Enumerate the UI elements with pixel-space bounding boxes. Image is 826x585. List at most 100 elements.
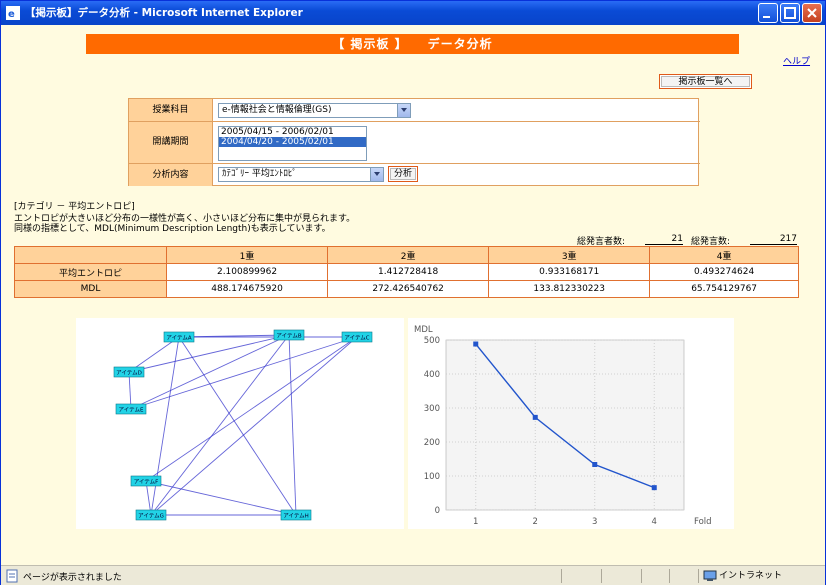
mdl-line-chart: 0 100 200 300 400 500 1 2 3 4 MDL Fold: [408, 318, 734, 529]
svg-text:e: e: [8, 9, 15, 20]
graph-node-label: アイテムF: [134, 479, 159, 486]
row-label: MDL: [14, 280, 167, 298]
graph-edge: [130, 334, 290, 410]
graph-edge: [288, 334, 299, 516]
table-cell: 488.174675920: [165, 280, 329, 298]
x-tick-label: 3: [592, 517, 597, 527]
course-select[interactable]: e-情報社会と情報倫理(GS): [218, 103, 411, 118]
y-tick-label: 300: [424, 404, 440, 414]
course-select-value: e-情報社会と情報倫理(GS): [222, 105, 332, 115]
status-divider: [601, 569, 602, 583]
form-divider: [129, 121, 700, 122]
page-icon: [6, 569, 18, 583]
chevron-down-icon: [370, 168, 383, 181]
status-divider: [641, 569, 642, 583]
table-header-cell: [14, 246, 167, 264]
period-label: 開講期間: [129, 122, 213, 163]
security-zone: イントラネット: [698, 569, 823, 583]
title-bar: e 【掲示板】データ分析 - Microsoft Internet Explor…: [1, 1, 825, 25]
plot-area: [445, 339, 685, 511]
minimize-icon: [763, 16, 770, 18]
chevron-down-icon: [397, 104, 410, 117]
row-label: 平均エントロピ: [14, 263, 167, 281]
graph-edge: [178, 336, 297, 516]
y-tick-label: 200: [424, 438, 440, 448]
table-cell: 65.754129767: [649, 280, 799, 298]
maximize-button[interactable]: [780, 3, 800, 23]
analyze-button-label: 分析: [390, 168, 416, 180]
page-content: 【 掲示板 】 データ分析 ヘルプ 掲示板一覧へ 授業科目 開講期間 分析内容 …: [5, 25, 821, 565]
analysis-form: 授業科目 開講期間 分析内容 e-情報社会と情報倫理(GS) 2005/04/1…: [128, 98, 700, 186]
course-label: 授業科目: [129, 99, 213, 121]
table-header-cell: 1重: [165, 246, 329, 264]
form-divider: [129, 163, 700, 164]
status-divider: [669, 569, 670, 583]
help-link[interactable]: ヘルプ: [783, 54, 810, 67]
maximize-icon: [784, 7, 796, 19]
y-tick-label: 0: [435, 506, 440, 516]
page-banner: 【 掲示板 】 データ分析: [86, 34, 739, 54]
graph-node-label: アイテムG: [138, 513, 164, 520]
security-zone-label: イントラネット: [719, 571, 783, 581]
close-button[interactable]: [802, 3, 822, 23]
table-header-cell: 3重: [488, 246, 651, 264]
table-cell: 133.812330223: [488, 280, 651, 298]
y-axis-label: MDL: [414, 325, 433, 335]
network-graph-svg: アイテムA アイテムB アイテムC アイテムD アイテムE アイテムF アイテムG アイテムH: [113, 329, 373, 521]
x-tick-label: 4: [652, 517, 657, 527]
close-icon: [807, 8, 817, 18]
table-cell: 272.426540762: [327, 280, 490, 298]
posts-value: 217: [750, 234, 797, 245]
graph-node-label: アイテムB: [276, 333, 301, 340]
status-bar: ページが表示されました イントラネット: [1, 565, 825, 585]
table-row: 平均エントロピ 2.100899962 1.412728418 0.933168…: [14, 263, 799, 281]
analysis-select[interactable]: ｶﾃｺﾞﾘｰ 平均ｴﾝﾄﾛﾋﾟ: [218, 167, 384, 182]
graph-edge: [150, 336, 358, 516]
status-divider: [561, 569, 562, 583]
back-to-board-list-button[interactable]: 掲示板一覧へ: [659, 74, 752, 89]
results-table: 1重 2重 3重 4重 平均エントロピ 2.100899962 1.412728…: [14, 246, 799, 298]
period-listbox[interactable]: 2005/04/15 - 2006/02/01 2004/04/20 - 200…: [218, 126, 367, 161]
table-cell: 0.933168171: [488, 263, 651, 281]
mdl-chart-svg: 0 100 200 300 400 500 1 2 3 4 MDL Fold: [414, 325, 712, 527]
category-network-graph: アイテムA アイテムB アイテムC アイテムD アイテムE アイテムF アイテムG アイテムH: [76, 318, 404, 529]
table-cell: 2.100899962: [165, 263, 329, 281]
graph-edge: [145, 480, 297, 517]
graph-node-label: アイテムA: [166, 335, 191, 342]
mdl-data-point: [592, 462, 598, 468]
graph-node-label: アイテムE: [119, 407, 144, 414]
table-header-cell: 2重: [327, 246, 490, 264]
table-cell: 1.412728418: [327, 263, 490, 281]
x-tick-label: 1: [473, 517, 478, 527]
analyze-button[interactable]: 分析: [388, 166, 418, 182]
ie-icon: e: [6, 6, 20, 20]
graph-edge: [130, 336, 358, 411]
posters-value: 21: [645, 234, 683, 245]
graph-node-label: アイテムD: [116, 370, 142, 377]
analysis-select-value: ｶﾃｺﾞﾘｰ 平均ｴﾝﾄﾛﾋﾟ: [222, 169, 297, 179]
period-option-selected[interactable]: 2004/04/20 - 2005/02/01: [219, 137, 366, 147]
intranet-icon: [703, 570, 717, 581]
period-option[interactable]: 2005/04/15 - 2006/02/01: [219, 127, 366, 137]
description-line-2: 同様の指標として、MDL(Minimum Description Length)…: [14, 224, 331, 234]
graph-node-label: アイテムH: [283, 513, 309, 520]
graph-edge: [145, 336, 358, 482]
y-tick-label: 100: [424, 472, 440, 482]
table-row: MDL 488.174675920 272.426540762 133.8123…: [14, 280, 799, 298]
minimize-button[interactable]: [758, 3, 778, 23]
mdl-data-point: [651, 485, 657, 491]
browser-window: e 【掲示板】データ分析 - Microsoft Internet Explor…: [0, 0, 826, 585]
graph-node-label: アイテムC: [344, 335, 369, 342]
x-axis-label: Fold: [694, 517, 712, 527]
analysis-label: 分析内容: [129, 164, 213, 186]
y-tick-label: 400: [424, 370, 440, 380]
mdl-data-point: [473, 341, 479, 347]
mdl-data-point: [532, 414, 538, 420]
back-to-board-list-label: 掲示板一覧へ: [661, 76, 750, 87]
table-cell: 0.493274624: [649, 263, 799, 281]
window-title: 【掲示板】データ分析 - Microsoft Internet Explorer: [25, 7, 303, 19]
y-tick-label: 500: [424, 336, 440, 346]
graph-edge: [128, 371, 134, 410]
table-header-row: 1重 2重 3重 4重: [14, 246, 799, 264]
table-header-cell: 4重: [649, 246, 799, 264]
